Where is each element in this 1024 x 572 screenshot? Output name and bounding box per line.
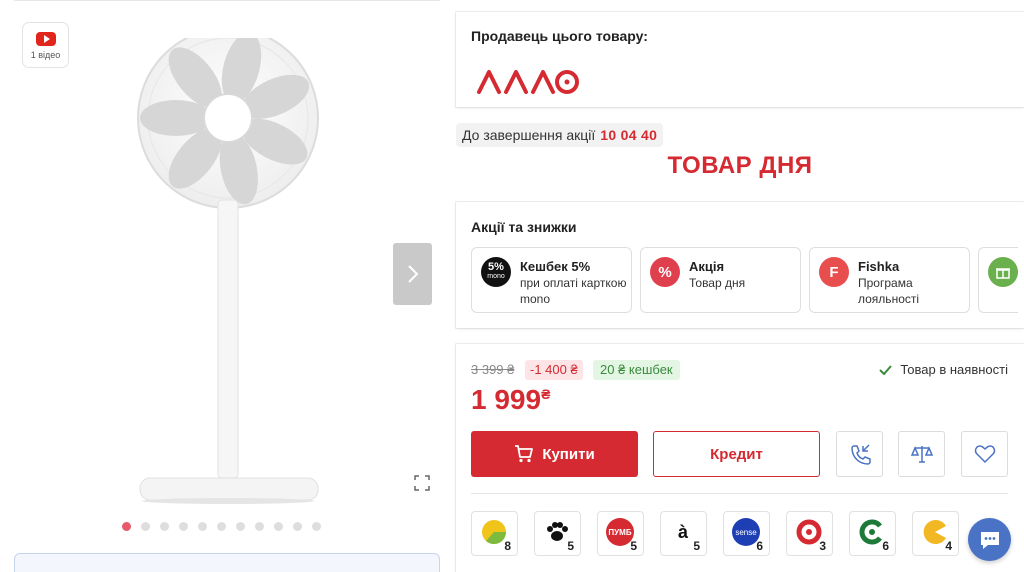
payment-method[interactable]: 6 — [849, 511, 896, 556]
heart-icon — [974, 445, 995, 464]
divider — [14, 0, 440, 1]
chat-icon — [980, 531, 999, 549]
timer-label: До завершення акції — [462, 127, 596, 143]
price: 1 999₴ — [471, 384, 550, 416]
gallery-dot[interactable] — [312, 522, 321, 531]
payment-method[interactable]: 5 — [534, 511, 581, 556]
payment-method[interactable]: 3 — [786, 511, 833, 556]
promo-fishka[interactable]: F Fishka Програма лояльності — [809, 247, 970, 313]
percent-icon: % — [650, 257, 680, 287]
promos-title: Акції та знижки — [471, 219, 577, 235]
promo-mono-cashback[interactable]: 5% mono Кешбек 5% при оплаті карткою mon… — [471, 247, 632, 313]
youtube-icon — [35, 32, 56, 46]
promo-gift[interactable] — [978, 247, 1018, 313]
purchase-card: 3 399 ₴ -1 400 ₴ 20 ₴ кешбек Товар в ная… — [456, 344, 1024, 572]
promo-name: Кешбек 5% — [520, 259, 591, 274]
promo-desc: Програма лояльності — [858, 276, 920, 306]
stock-label: Товар в наявності — [900, 362, 1008, 377]
gallery-dot[interactable] — [293, 522, 302, 531]
stock-status: Товар в наявності — [879, 362, 1008, 377]
product-image[interactable] — [130, 38, 330, 508]
price-currency: ₴ — [541, 386, 551, 402]
promos-card: Акції та знижки 5% mono Кешбек 5% при оп… — [456, 202, 1024, 328]
video-label: 1 відео — [30, 50, 61, 60]
timer-value: 10 04 40 — [600, 127, 658, 143]
payment-method[interactable]: sense 6 — [723, 511, 770, 556]
payment-method[interactable]: 4 — [912, 511, 959, 556]
allo-logo[interactable] — [476, 69, 580, 95]
chat-button[interactable] — [968, 518, 1011, 561]
gallery-dot[interactable] — [179, 522, 188, 531]
compare-button[interactable] — [898, 431, 945, 477]
promo-desc: при оплаті карткою mono — [520, 276, 627, 306]
cart-icon — [515, 445, 534, 463]
gallery-dots — [122, 522, 321, 531]
discount-badge: -1 400 ₴ — [525, 360, 583, 380]
check-icon — [879, 364, 893, 375]
payment-method[interactable]: à 5 — [660, 511, 707, 556]
fullscreen-icon[interactable] — [414, 475, 430, 491]
gift-icon — [988, 257, 1018, 287]
gallery-dot[interactable] — [217, 522, 226, 531]
seller-card: Продавець цього товару: — [456, 12, 1024, 107]
deal-title: ТОВАР ДНЯ — [667, 152, 813, 179]
gallery-dot[interactable] — [274, 522, 283, 531]
wishlist-button[interactable] — [961, 431, 1008, 477]
info-banner — [14, 553, 440, 572]
phone-icon — [850, 444, 871, 465]
gallery-dot[interactable] — [141, 522, 150, 531]
gallery-dot[interactable] — [122, 522, 131, 531]
promo-deal[interactable]: % Акція Товар дня — [640, 247, 801, 313]
credit-button[interactable]: Кредит — [653, 431, 820, 477]
scales-icon — [910, 446, 933, 463]
cashback-badge: 20 ₴ кешбек — [593, 360, 680, 380]
payment-method[interactable]: ПУМБ 5 — [597, 511, 644, 556]
fishka-icon: F — [819, 257, 849, 287]
buy-label: Купити — [542, 445, 595, 463]
callback-button[interactable] — [836, 431, 883, 477]
payment-method[interactable]: 8 — [471, 511, 518, 556]
deal-timer: До завершення акції 10 04 40 — [456, 123, 664, 147]
gallery-dot[interactable] — [255, 522, 264, 531]
product-gallery: 1 відео — [0, 0, 446, 572]
divider — [471, 493, 1008, 494]
old-price: 3 399 ₴ — [471, 362, 515, 377]
gallery-dot[interactable] — [236, 522, 245, 531]
promo-desc: Товар дня — [689, 276, 746, 290]
mono-cashback-icon: 5% mono — [481, 257, 511, 287]
video-button[interactable]: 1 відео — [22, 22, 69, 68]
next-image-button[interactable] — [393, 243, 432, 305]
gallery-dot[interactable] — [160, 522, 169, 531]
seller-title: Продавець цього товару: — [471, 28, 648, 44]
promo-name: Акція — [689, 259, 725, 274]
price-value: 1 999 — [471, 384, 542, 415]
chevron-right-icon — [407, 265, 418, 283]
buy-button[interactable]: Купити — [471, 431, 638, 477]
gallery-dot[interactable] — [198, 522, 207, 531]
credit-label: Кредит — [710, 445, 763, 463]
promo-name: Fishka — [858, 259, 900, 274]
